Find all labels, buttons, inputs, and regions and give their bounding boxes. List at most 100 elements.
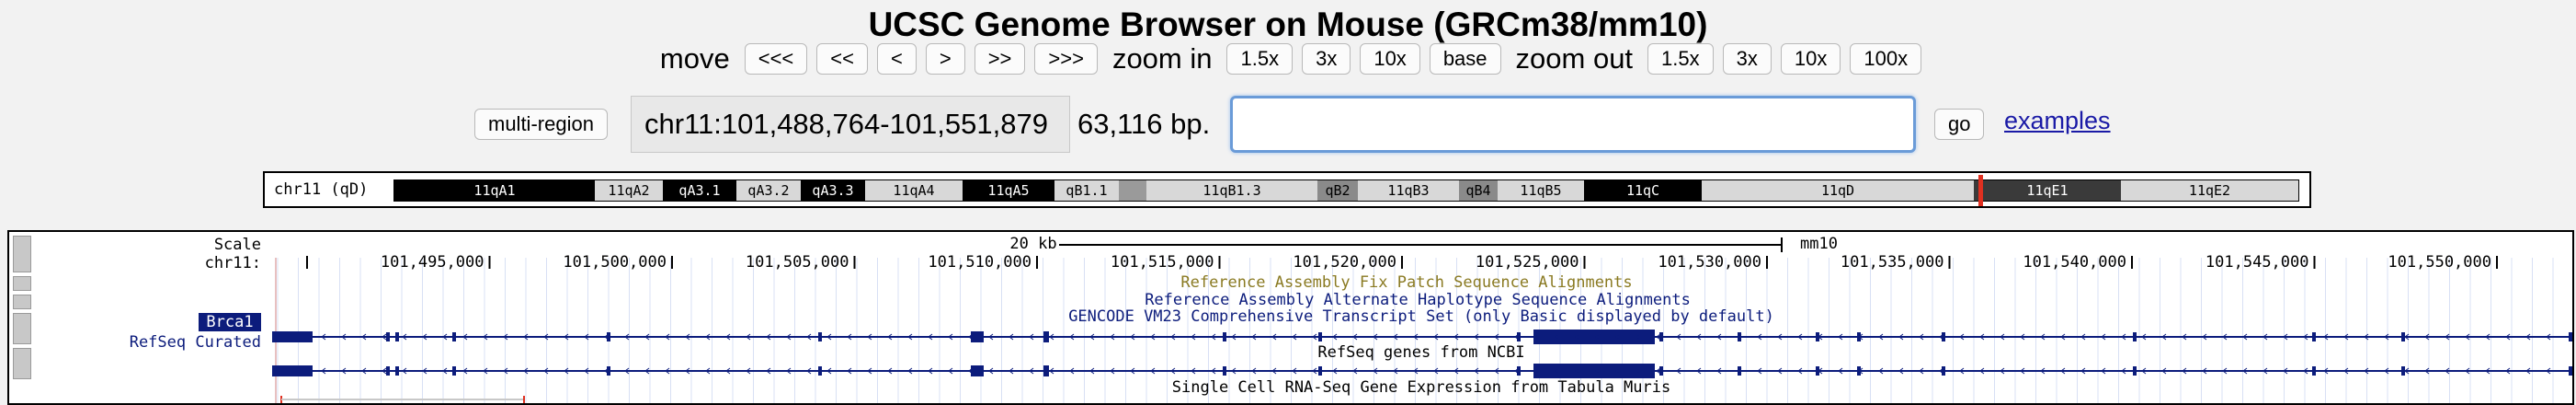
move-slight-left-button[interactable]: < xyxy=(876,43,917,75)
ideogram-band: 11qA2 xyxy=(595,180,663,201)
gene-exon xyxy=(452,332,456,341)
track-graphics: 20 kb mm10 101,495,000 101,500,000 101,505… xyxy=(272,235,2572,403)
ideogram-bar[interactable]: 11qA1 11qA2 qA3.1 qA3.2 qA3.3 11qA4 11qA… xyxy=(393,179,2299,202)
ideogram-band: qA3.3 xyxy=(801,180,865,201)
scale-bar: 20 kb mm10 xyxy=(1008,235,1838,253)
gene-exon xyxy=(1659,332,1663,341)
gene-exon xyxy=(607,332,610,341)
track-panel: Scale chr11: RefSeq Curated Brca1 20 kb … xyxy=(7,230,2574,405)
ideogram-band: 11qE2 xyxy=(2121,180,2298,201)
gene-exon xyxy=(1318,332,1322,341)
move-left-button[interactable]: << xyxy=(816,43,868,75)
gene-exon xyxy=(395,332,399,341)
ideogram-band: 11qA4 xyxy=(865,180,963,201)
move-far-left-button[interactable]: <<< xyxy=(744,43,808,75)
gene-exon xyxy=(386,332,390,341)
go-button[interactable]: go xyxy=(1934,109,1985,140)
move-far-right-button[interactable]: >>> xyxy=(1034,43,1098,75)
gene-exon xyxy=(1659,366,1663,376)
scale-bar-label: 20 kb xyxy=(1009,235,1056,253)
gene-exon xyxy=(272,331,313,342)
tabula-muris-track-title: Single Cell RNA-Seq Gene Expression from… xyxy=(1172,378,1670,397)
ideogram-band: qB2 xyxy=(1317,180,1358,201)
fixpatch-track-title: Reference Assembly Fix Patch Sequence Al… xyxy=(1180,273,1632,292)
ideogram-chrom-label: chr11 (qD) xyxy=(274,180,369,199)
ideogram-band: qB1.1 xyxy=(1054,180,1119,201)
ideogram-band: 11qC xyxy=(1584,180,1702,201)
ideogram-band: 11qA5 xyxy=(963,180,1054,201)
gene-exon xyxy=(395,366,399,376)
gene-exon xyxy=(386,366,390,376)
gene-exon xyxy=(1942,332,1945,341)
gene-exon xyxy=(2569,332,2572,341)
chromosome-ideogram[interactable]: chr11 (qD) 11qA1 11qA2 qA3.1 qA3.2 qA3.3… xyxy=(263,171,2311,208)
gene-exon xyxy=(2133,332,2137,341)
ideogram-position-marker xyxy=(1978,175,1983,206)
gene-exon xyxy=(818,366,822,376)
gene-exon xyxy=(1043,331,1049,342)
region-size: 63,116 bp. xyxy=(1077,108,1211,140)
page-title: UCSC Genome Browser on Mouse (GRCm38/mm1… xyxy=(868,6,1708,43)
navigation-controls: move <<< << < > >> >>> zoom in 1.5x 3x 1… xyxy=(0,42,2576,75)
tick-label: 101,550,000 xyxy=(2388,253,2491,272)
ideogram-band: 11qD xyxy=(1702,180,1974,201)
tick-label: 101,515,000 xyxy=(1111,253,1214,272)
gene-exon xyxy=(1223,332,1226,341)
position-display: chr11:101,488,764-101,551,879 xyxy=(631,96,1070,153)
gene-exon xyxy=(607,366,610,376)
gene-exon xyxy=(1517,366,1521,376)
gene-exon xyxy=(272,365,313,376)
zoom-out-label: zoom out xyxy=(1515,42,1634,75)
ideogram-band: 11qB1.3 xyxy=(1146,180,1317,201)
gene-exon xyxy=(971,365,984,376)
move-right-button[interactable]: >> xyxy=(974,43,1026,75)
tick-label: 101,535,000 xyxy=(1841,253,1944,272)
search-input[interactable] xyxy=(1230,96,1916,153)
zoom-out-10x-button[interactable]: 10x xyxy=(1780,43,1841,75)
gene-exon xyxy=(1043,365,1049,376)
gene-exon xyxy=(2312,332,2316,341)
tick-label: 101,530,000 xyxy=(1658,253,1761,272)
gene-exon xyxy=(1942,366,1945,376)
ideogram-band: qB4 xyxy=(1459,180,1498,201)
refseq-track-title: RefSeq genes from NCBI xyxy=(1317,343,1524,362)
refseq-gene-model xyxy=(272,364,2572,378)
zoom-out-1-5x-button[interactable]: 1.5x xyxy=(1647,43,1714,75)
gene-exon xyxy=(1318,366,1322,376)
gene-exon xyxy=(2133,366,2137,376)
gencode-track-title: GENCODE VM23 Comprehensive Transcript Se… xyxy=(1068,307,1774,326)
gene-exon xyxy=(2312,366,2316,376)
tick-label: 101,510,000 xyxy=(928,253,1032,272)
ideogram-band xyxy=(1119,180,1146,201)
althap-track-title: Reference Assembly Alternate Haplotype S… xyxy=(1145,291,1691,309)
ideogram-band: 11qB3 xyxy=(1358,180,1459,201)
ideogram-band: 11qA1 xyxy=(394,180,595,201)
zoom-in-1-5x-button[interactable]: 1.5x xyxy=(1226,43,1294,75)
tick-label: 101,545,000 xyxy=(2206,253,2309,272)
ideogram-band: qA3.2 xyxy=(736,180,801,201)
ideogram-band: qA3.1 xyxy=(663,180,736,201)
tabula-muris-track-stub xyxy=(280,396,525,403)
tick-label: 101,495,000 xyxy=(381,253,484,272)
examples-link[interactable]: examples xyxy=(2004,107,2111,135)
tick-label: 101,525,000 xyxy=(1476,253,1579,272)
gencode-gene-model xyxy=(272,330,2572,344)
multi-region-button[interactable]: multi-region xyxy=(474,109,608,140)
position-ticks: 101,495,000 101,500,000 101,505,000 101,510… xyxy=(306,253,2498,272)
gene-exon xyxy=(1517,332,1521,341)
zoom-out-100x-button[interactable]: 100x xyxy=(1850,43,1922,75)
tick-label: 101,520,000 xyxy=(1293,253,1396,272)
tick-label: 101,500,000 xyxy=(563,253,667,272)
zoom-in-10x-button[interactable]: 10x xyxy=(1360,43,1420,75)
ideogram-band: 11qB5 xyxy=(1498,180,1584,201)
assembly-label: mm10 xyxy=(1800,235,1838,253)
gene-exon xyxy=(2569,366,2572,376)
zoom-in-base-button[interactable]: base xyxy=(1429,43,1501,75)
zoom-out-3x-button[interactable]: 3x xyxy=(1722,43,1772,75)
tick-label: 101,540,000 xyxy=(2023,253,2126,272)
position-row: multi-region chr11:101,488,764-101,551,8… xyxy=(0,96,2576,153)
gene-exon xyxy=(971,331,984,342)
zoom-in-3x-button[interactable]: 3x xyxy=(1302,43,1351,75)
ideogram-band: 11qE1 xyxy=(1974,180,2121,201)
move-slight-right-button[interactable]: > xyxy=(925,43,965,75)
